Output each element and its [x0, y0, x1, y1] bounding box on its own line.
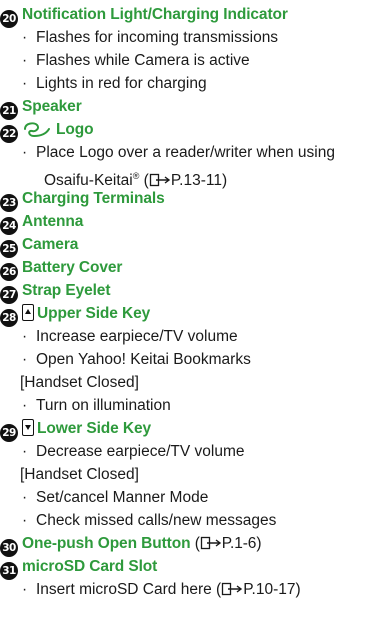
- number-badge: 25: [0, 240, 18, 258]
- bullet-text: Lights in red for charging: [36, 75, 207, 92]
- felica-logo-icon: [24, 122, 50, 138]
- number-badge: 30: [0, 539, 18, 557]
- bullet-dot: ·: [22, 144, 28, 161]
- item-title: Speaker: [22, 98, 82, 115]
- bullet-text: Insert microSD Card here (: [36, 581, 222, 598]
- bullet-dot: ·: [22, 512, 28, 529]
- bullet-text: ): [221, 172, 228, 190]
- number-badge: 23: [0, 194, 18, 212]
- bullet-text: Decrease earpiece/TV volume: [36, 443, 245, 460]
- number-badge: 22: [0, 125, 18, 143]
- item-title: Charging Terminals: [22, 190, 165, 207]
- item-28-heading: 28 Upper Side Key: [0, 303, 382, 327]
- bullet-item: · Turn on illumination: [0, 395, 382, 417]
- bullet-item: · Lights in red for charging: [0, 73, 382, 95]
- number-badge: 24: [0, 217, 18, 235]
- bullet-item: · Check missed calls/new messages: [0, 510, 382, 532]
- page-reference-icon: [200, 536, 221, 550]
- bullet-dot: ·: [22, 397, 28, 414]
- bullet-continuation: Osaifu-Keitai® (P.13-11): [0, 165, 382, 190]
- bullet-dot: ·: [22, 29, 28, 46]
- number-badge: 20: [0, 10, 18, 28]
- bullet-text: Increase earpiece/TV volume: [36, 328, 238, 345]
- down-side-key-icon: [22, 419, 34, 436]
- item-title: Notification Light/Charging Indicator: [22, 6, 288, 23]
- bullet-item: · Decrease earpiece/TV volume: [0, 441, 382, 463]
- bullet-text: Turn on illumination: [36, 397, 171, 414]
- up-side-key-icon: [22, 304, 34, 321]
- bullet-dot: ·: [22, 52, 28, 69]
- sub-heading: [Handset Closed]: [20, 374, 139, 391]
- manual-page: 20 Notification Light/Charging Indicator …: [0, 0, 382, 640]
- bullet-dot: ·: [22, 581, 28, 598]
- bullet-text: Place Logo over a reader/writer when usi…: [36, 144, 335, 161]
- ref-text: (: [190, 535, 200, 552]
- item-21-heading: 21 Speaker: [0, 96, 382, 120]
- number-badge: 31: [0, 562, 18, 580]
- bullet-text: Flashes while Camera is active: [36, 52, 250, 69]
- item-30-heading: 30 One-push Open Button ( P.1-6): [0, 533, 382, 557]
- bullet-item: · Insert microSD Card here ( P.10-17): [0, 579, 382, 601]
- page-reference[interactable]: P.13-11: [171, 172, 222, 189]
- item-title: microSD Card Slot: [22, 558, 158, 575]
- item-26-heading: 26 Battery Cover: [0, 257, 382, 281]
- bullet-text: Check missed calls/new messages: [36, 512, 277, 529]
- item-23-heading: 23 Charging Terminals: [0, 188, 382, 212]
- bullet-dot: ·: [22, 489, 28, 506]
- bullet-dot: ·: [22, 328, 28, 345]
- item-27-heading: 27 Strap Eyelet: [0, 280, 382, 304]
- bullet-item: · Flashes for incoming transmissions: [0, 27, 382, 49]
- number-badge: 21: [0, 102, 18, 120]
- bullet-text: Osaifu-Keitai: [44, 172, 133, 190]
- sub-heading: [Handset Closed]: [20, 466, 139, 483]
- bullet-item: · Set/cancel Manner Mode: [0, 487, 382, 509]
- page-reference[interactable]: P.1-6: [222, 535, 257, 552]
- number-badge: 26: [0, 263, 18, 281]
- number-badge: 29: [0, 424, 18, 442]
- item-22-heading: 22 Logo: [0, 119, 382, 143]
- item-title: One-push Open Button: [22, 535, 191, 552]
- bullet-text: Open Yahoo! Keitai Bookmarks: [36, 351, 251, 368]
- bullet-item: · Open Yahoo! Keitai Bookmarks: [0, 349, 382, 371]
- bullet-dot: ·: [22, 351, 28, 368]
- item-20-heading: 20 Notification Light/Charging Indicator: [0, 4, 382, 28]
- page-reference[interactable]: P.10-17: [243, 581, 295, 598]
- item-25-heading: 25 Camera: [0, 234, 382, 258]
- page-reference-icon: [149, 174, 171, 187]
- item-title: Camera: [22, 236, 79, 253]
- item-24-heading: 24 Antenna: [0, 211, 382, 235]
- bullet-item: · Increase earpiece/TV volume: [0, 326, 382, 348]
- bullet-text: Set/cancel Manner Mode: [36, 489, 209, 506]
- item-title: Battery Cover: [22, 259, 123, 276]
- item-31-heading: 31 microSD Card Slot: [0, 556, 382, 580]
- number-badge: 27: [0, 286, 18, 304]
- bullet-text: (: [139, 172, 149, 190]
- item-title: Lower Side Key: [37, 420, 152, 437]
- bullet-text: Flashes for incoming transmissions: [36, 29, 279, 46]
- bullet-dot: ·: [22, 75, 28, 92]
- bullet-item: · Place Logo over a reader/writer when us…: [0, 142, 382, 164]
- ref-text: ): [256, 535, 262, 552]
- page-reference-icon: [222, 582, 243, 596]
- bullet-text: ): [295, 581, 301, 598]
- number-badge: 28: [0, 309, 18, 327]
- bullet-dot: ·: [22, 443, 28, 460]
- item-title: Logo: [56, 121, 94, 138]
- bullet-item: · Flashes while Camera is active: [0, 50, 382, 72]
- item-title: Upper Side Key: [37, 305, 151, 322]
- item-29-heading: 29 Lower Side Key: [0, 418, 382, 442]
- item-title: Strap Eyelet: [22, 282, 111, 299]
- item-title: Antenna: [22, 213, 84, 230]
